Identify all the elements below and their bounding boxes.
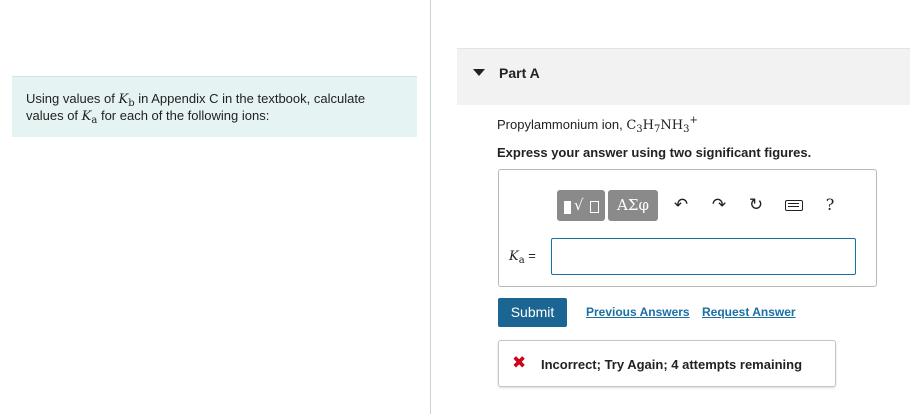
greek-symbols-button[interactable]: ΑΣφ bbox=[608, 190, 658, 221]
submit-button[interactable]: Submit bbox=[498, 298, 567, 327]
instructions: Express your answer using two significan… bbox=[497, 145, 812, 160]
collapse-caret-icon[interactable] bbox=[473, 69, 485, 76]
template-outline-icon bbox=[590, 201, 599, 213]
template-box-icon bbox=[564, 201, 571, 214]
part-title: Part A bbox=[499, 65, 540, 81]
reset-icon[interactable]: ↻ bbox=[745, 194, 767, 216]
templates-button[interactable]: √ bbox=[557, 190, 605, 221]
problem-text-before: Using values of bbox=[26, 91, 119, 106]
keyboard-icon[interactable] bbox=[783, 194, 805, 216]
problem-panel: Using values of Kb in Appendix C in the … bbox=[0, 0, 430, 414]
redo-icon[interactable]: ↷ bbox=[708, 194, 730, 216]
feedback-box: ✖ Incorrect; Try Again; 4 attempts remai… bbox=[498, 340, 836, 387]
chemical-formula: C3H7NH3+ bbox=[626, 115, 698, 135]
part-a-header[interactable]: Part A bbox=[457, 48, 910, 105]
request-answer-link[interactable]: Request Answer bbox=[702, 305, 796, 319]
ka-symbol: Ka bbox=[81, 109, 98, 126]
problem-statement: Using values of Kb in Appendix C in the … bbox=[12, 76, 417, 137]
answer-label: Ka = bbox=[509, 248, 536, 266]
undo-icon[interactable]: ↶ bbox=[670, 194, 692, 216]
question-text: Propylammonium ion, C3H7NH3+ bbox=[497, 115, 698, 135]
problem-text-after: for each of the following ions: bbox=[97, 108, 270, 123]
panel-divider bbox=[430, 0, 431, 414]
help-button[interactable]: ? bbox=[819, 194, 841, 216]
incorrect-x-icon: ✖ bbox=[512, 353, 527, 373]
kb-symbol: Kb bbox=[118, 92, 135, 109]
answer-box: √ ΑΣφ ↶ ↷ ↻ ? Ka = bbox=[498, 169, 877, 287]
previous-answers-link[interactable]: Previous Answers bbox=[586, 305, 690, 319]
answer-input[interactable] bbox=[551, 238, 856, 275]
math-toolbar: √ ΑΣφ ↶ ↷ ↻ ? bbox=[557, 190, 842, 221]
radical-icon: √ bbox=[574, 196, 584, 214]
feedback-text: Incorrect; Try Again; 4 attempts remaini… bbox=[541, 357, 803, 372]
